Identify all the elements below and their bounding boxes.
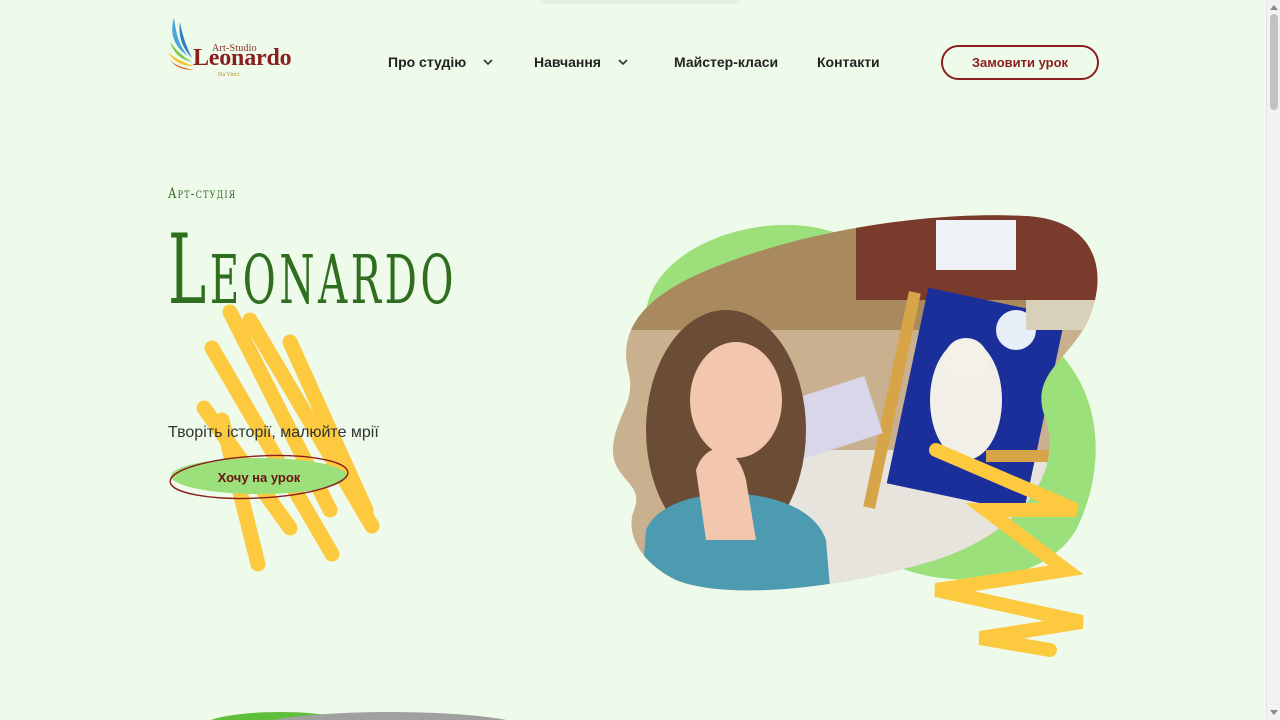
chevron-down-icon — [483, 59, 493, 66]
nav-item-about[interactable]: Про студію — [388, 52, 494, 72]
hero-tagline: Творіть історії, малюйте мрії — [168, 424, 379, 441]
nav-item-contacts[interactable]: Контакти — [817, 52, 880, 72]
nav-item-masterclasses[interactable]: Майстер-класи — [674, 52, 778, 72]
hero-illustration — [612, 215, 1098, 657]
want-lesson-label: Хочу на урок — [217, 469, 301, 485]
site-header: Art-Studio Leonardo Da Vinci Про студію … — [0, 0, 1266, 124]
scroll-down-arrow-icon[interactable] — [1270, 710, 1278, 716]
hero-title: Leonardo — [168, 214, 458, 326]
scrollbar-thumb[interactable] — [1270, 14, 1278, 110]
nav-item-label: Майстер-класи — [674, 54, 779, 70]
nav-item-label: Контакти — [817, 54, 880, 70]
nav-item-learning[interactable]: Навчання — [534, 52, 629, 72]
nav-item-label: Навчання — [534, 54, 601, 70]
chevron-down-icon — [618, 59, 628, 66]
next-section-preview — [210, 712, 507, 720]
nav-item-label: Про студію — [388, 54, 467, 70]
logo-wordmark: Leonardo — [193, 45, 292, 71]
logo[interactable]: Art-Studio Leonardo Da Vinci — [168, 16, 292, 80]
page-scrollbar[interactable] — [1266, 0, 1280, 720]
logo-tagline: Da Vinci — [218, 72, 240, 78]
hero-eyebrow: Арт-студія — [168, 186, 237, 202]
want-lesson-button[interactable]: Хочу на урок — [168, 454, 350, 500]
order-lesson-button[interactable]: Замовити урок — [941, 45, 1099, 80]
scroll-up-arrow-icon[interactable] — [1270, 4, 1278, 10]
